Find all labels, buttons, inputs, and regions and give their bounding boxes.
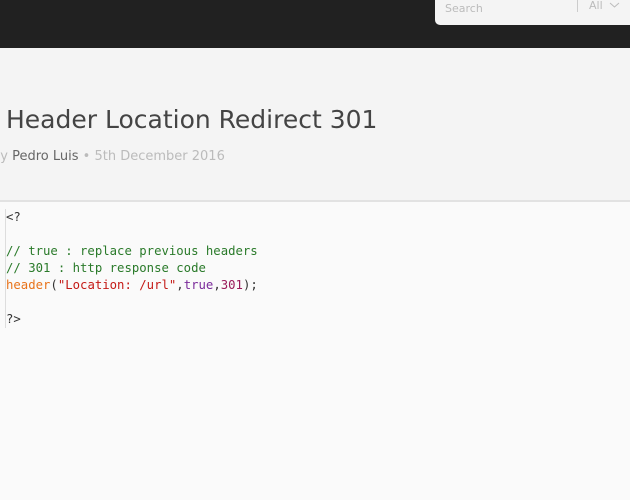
post-meta: by Pedro Luis • 5th December 2016 bbox=[0, 149, 225, 164]
post-date: 5th December 2016 bbox=[94, 149, 225, 164]
meta-separator: • bbox=[82, 149, 91, 164]
author-link[interactable]: Pedro Luis bbox=[12, 149, 78, 164]
filter-label: All bbox=[589, 0, 603, 12]
code-number: 301 bbox=[220, 278, 243, 292]
code-comment: // 301 : http response code bbox=[6, 261, 206, 275]
divider bbox=[577, 0, 578, 12]
code-string: "Location: /url" bbox=[57, 278, 177, 292]
search-input[interactable] bbox=[445, 0, 575, 17]
search-filter-dropdown[interactable]: All bbox=[589, 0, 620, 12]
chevron-down-icon bbox=[609, 0, 620, 12]
code-line: ?> bbox=[6, 312, 21, 326]
code-line: <? bbox=[6, 210, 21, 224]
page-title: Header Location Redirect 301 bbox=[6, 105, 378, 134]
code-punct: , bbox=[176, 278, 184, 292]
post-header: Header Location Redirect 301 by Pedro Lu… bbox=[0, 48, 630, 202]
code-punct: ( bbox=[50, 278, 58, 292]
code-keyword: true bbox=[183, 278, 214, 292]
by-label: by bbox=[0, 149, 8, 164]
code-function: header bbox=[6, 278, 51, 292]
search-box: All bbox=[435, 0, 630, 25]
code-comment: // true : replace previous headers bbox=[6, 244, 258, 258]
top-nav-bar: All bbox=[0, 0, 630, 48]
code-punct: ); bbox=[242, 278, 258, 292]
code-punct: , bbox=[213, 278, 221, 292]
code-block: <? // true : replace previous headers //… bbox=[5, 209, 258, 328]
